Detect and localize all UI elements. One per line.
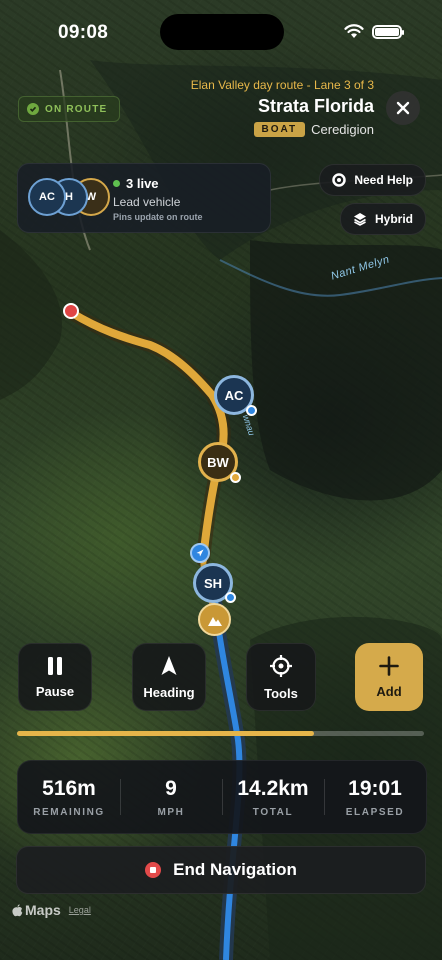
stat-value: 516m [42,776,96,800]
add-label: Add [376,683,402,699]
avatar-stack: W H AC [26,178,116,218]
start-pin[interactable] [63,303,79,319]
lifebuoy-icon [332,173,347,187]
close-icon [396,101,410,115]
wifi-icon [344,24,364,38]
end-navigation-button[interactable]: End Navigation [16,846,426,894]
stat-label: TOTAL [252,806,294,818]
live-role: Lead vehicle [113,195,181,209]
route-subtitle: Elan Valley day route - Lane 3 of 3 [190,78,374,92]
stat-label: MPH [157,806,185,818]
location-dot [225,592,236,603]
heading-label: Heading [143,684,195,700]
layers-icon [353,213,366,226]
legal-link[interactable]: Legal [69,905,91,915]
maps-label: Maps [25,902,61,918]
add-button[interactable]: Add [355,643,423,711]
stat-remaining: 516m REMAINING [18,761,120,833]
pause-label: Pause [35,683,75,699]
waypoint-marker[interactable] [198,603,231,636]
close-button[interactable] [386,91,420,125]
map-attribution: Maps Legal [12,902,91,918]
mountain-icon [207,616,222,626]
route-type-badge: BOAT [253,122,306,137]
apple-icon [12,903,23,916]
status-time: 09:08 [58,22,109,43]
dynamic-island [160,14,284,50]
pause-icon [48,656,62,675]
avatar: AC [28,178,66,216]
on-route-badge: ON ROUTE [18,96,121,122]
end-navigation-label: End Navigation [173,860,297,879]
route-progress-bar [17,731,424,736]
map-screen[interactable]: 09:08 ON ROUTE Elan Valley day route - L… [0,0,442,960]
route-region: Ceredigion [311,122,374,137]
tools-button[interactable]: Tools [246,643,316,711]
battery-icon [372,24,404,39]
route-progress-fill [17,731,315,736]
live-note: Pins update on route [113,212,203,222]
stat-elapsed: 19:01 ELAPSED [324,761,426,833]
location-dot [246,405,257,416]
on-route-label: ON ROUTE [45,103,108,115]
stat-total: 14.2km TOTAL [222,761,324,833]
stat-speed: 9 MPH [120,761,222,833]
route-title: Strata Florida [257,96,374,116]
plus-icon [379,655,399,676]
stop-icon [145,862,162,878]
stat-label: ELAPSED [345,806,405,818]
live-participants-card[interactable]: W H AC 3 live Lead vehicle Pins update o… [17,163,271,233]
crosshair-icon [270,654,292,677]
check-icon [27,103,39,115]
stat-value: 14.2km [237,776,309,800]
heading-arrow-icon [161,655,177,675]
need-help-button[interactable]: Need Help [319,164,426,196]
location-dot [230,472,241,483]
live-count: 3 live [126,176,159,191]
need-help-label: Need Help [354,173,413,187]
status-bar: 09:08 [0,0,442,62]
stat-label: REMAINING [33,806,105,818]
maps-logo: Maps [12,902,61,918]
live-indicator-dot [113,180,120,187]
status-icons [344,24,404,39]
pause-button[interactable]: Pause [18,643,92,711]
trip-stats-panel: 516m REMAINING 9 MPH 14.2km TOTAL 19:01 … [17,760,427,834]
stat-value: 19:01 [348,776,402,800]
navigation-arrow-icon [196,549,204,557]
route-header: Elan Valley day route - Lane 3 of 3 Stra… [191,78,374,137]
stat-value: 9 [165,776,177,800]
tools-label: Tools [264,685,298,701]
heading-button[interactable]: Heading [132,643,206,711]
map-layer-label: Hybrid [374,212,413,226]
user-location-puck[interactable] [190,543,210,563]
map-layer-button[interactable]: Hybrid [339,203,426,235]
